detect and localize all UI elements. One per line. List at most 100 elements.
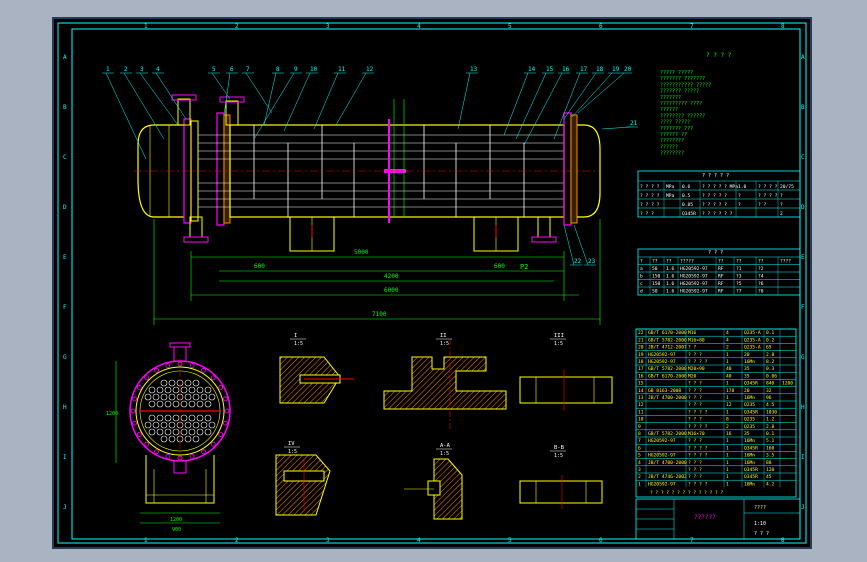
table-cell: ? (780, 202, 783, 208)
table-cell: GB/T 5782-2000 (648, 337, 687, 343)
spec-table-title: ? ? ? ? ? (702, 173, 729, 179)
table-cell: 22 (638, 330, 644, 336)
callout-labels: 1 2 3 4 5 6 7 8 9 10 11 12 13 14 15 16 17 18 19 202122 23 (106, 66, 638, 265)
nozzle-d (537, 216, 551, 238)
bolt-hole (165, 453, 171, 459)
table-cell: HG20592-97 (648, 453, 676, 459)
callout-number: 4 (156, 66, 160, 73)
table-cell: 16 (638, 373, 644, 379)
table-cell: 0.6 (682, 184, 691, 190)
table-cell: 1.6 (666, 289, 675, 295)
table-cell: RF (718, 281, 724, 287)
dim-right-offset: 600 (494, 263, 505, 270)
table-cell: 40 (726, 373, 732, 379)
table-cell: 1 (726, 438, 729, 444)
tube-hole (148, 386, 156, 394)
bolt-hole (132, 420, 138, 426)
table-cell: 5.1 (766, 438, 775, 444)
table-cell: M16×70 (688, 431, 705, 437)
table-cell: 1.6 (666, 266, 675, 272)
bolt-hole (154, 449, 159, 455)
zone-label-top: 7 (690, 23, 694, 30)
table-cell: 1 (726, 474, 729, 480)
section-scale: 1:5 (288, 449, 297, 455)
tube-hole (148, 400, 156, 408)
tube-hole (144, 393, 152, 401)
table-cell: 840 (766, 381, 775, 387)
tech-note-line: ???????? (660, 151, 684, 157)
table-cell: ? ? ? ? (688, 445, 708, 451)
tube-hole (160, 421, 168, 429)
tube-hole (188, 414, 196, 422)
table-cell: 1.0 (738, 184, 747, 190)
tube-hole (208, 421, 216, 429)
dim-overall-length: 7100 (372, 311, 387, 318)
table-cell: ????? (680, 259, 694, 265)
table-cell: 35 (744, 366, 750, 372)
zone-label-left: B (63, 104, 67, 111)
dim-support-span: 4200 (384, 273, 399, 280)
tube-hole (148, 428, 156, 436)
callout-number: 16 (562, 66, 570, 73)
table-cell: 1.2 (766, 417, 775, 423)
table-cell: 12 (726, 402, 732, 408)
table-cell: ? ? (688, 345, 697, 351)
table-cell: MPa (666, 193, 675, 199)
table-cell: 50 (652, 289, 658, 295)
table-cell: 2.8 (766, 424, 775, 430)
tube-hole (196, 428, 204, 436)
callout-number: 7 (246, 66, 250, 73)
table-cell: JB/T 4700-2000 (648, 460, 687, 466)
tech-note-line: ???????? ?????? (660, 113, 705, 119)
table-cell: ? ? ? (688, 395, 702, 401)
table-cell: HG20592-97 (680, 289, 708, 295)
callout-number: 5 (212, 66, 216, 73)
callout-22: P2 (520, 263, 528, 271)
tube-hole (168, 393, 176, 401)
callout-number: 18 (596, 66, 604, 73)
zone-label-left: G (63, 354, 67, 361)
table-cell: 1.6 (666, 281, 675, 287)
callout-number: 14 (528, 66, 536, 73)
zone-label-right: G (801, 354, 805, 361)
zone-label-right: C (801, 154, 805, 161)
zone-label-right: A (801, 54, 805, 61)
tube-hole (172, 428, 180, 436)
zone-label-bottom: 5 (508, 537, 512, 544)
table-cell: 120 (766, 467, 775, 473)
tube-hole (204, 400, 212, 408)
zone-label-left: D (63, 204, 67, 211)
drawing-subtitle: ???? (754, 505, 766, 511)
spec-table: ? ? ? ? ? ? ? ? ? MPa 0.6? ? ? ? ? MPa 1.0?… (637, 170, 801, 218)
tube-hole (204, 414, 212, 422)
nozzle-table-title: ? ? ? (708, 250, 723, 256)
table-cell: 17 (638, 366, 644, 372)
callout-number: 8 (276, 66, 280, 73)
tube-hole (180, 400, 188, 408)
table-cell: ? ? ? ? ? (702, 202, 727, 208)
table-cell: ? ? ? (688, 467, 702, 473)
table-cell: 1 (726, 467, 729, 473)
table-cell: 35 (744, 431, 750, 437)
table-cell: 1.6 (666, 274, 675, 280)
table-cell: 32 (766, 388, 772, 394)
saddle-support-right (473, 216, 519, 252)
table-cell: 21 (638, 337, 644, 343)
zone-label-bottom: 4 (417, 537, 421, 544)
section-label: III (554, 333, 564, 339)
bolt-hole (218, 432, 224, 437)
tube-hole (188, 428, 196, 436)
table-cell: 2 (726, 345, 729, 351)
section-scale: 1:5 (440, 451, 449, 457)
table-cell: ? ? ? ? (640, 193, 660, 199)
scale-label: 1:10 (754, 521, 766, 527)
table-cell: Q345R (744, 445, 758, 451)
bolt-hole (136, 385, 142, 390)
table-cell: ?6 (758, 281, 764, 287)
bolt-hole (144, 441, 150, 447)
table-cell: ? ? ? (640, 211, 654, 217)
table-cell: ? ? ? ? ? (702, 193, 727, 199)
zone-label-left: F (63, 304, 67, 311)
bolt-hole (201, 367, 206, 373)
bolt-hole (218, 385, 224, 390)
